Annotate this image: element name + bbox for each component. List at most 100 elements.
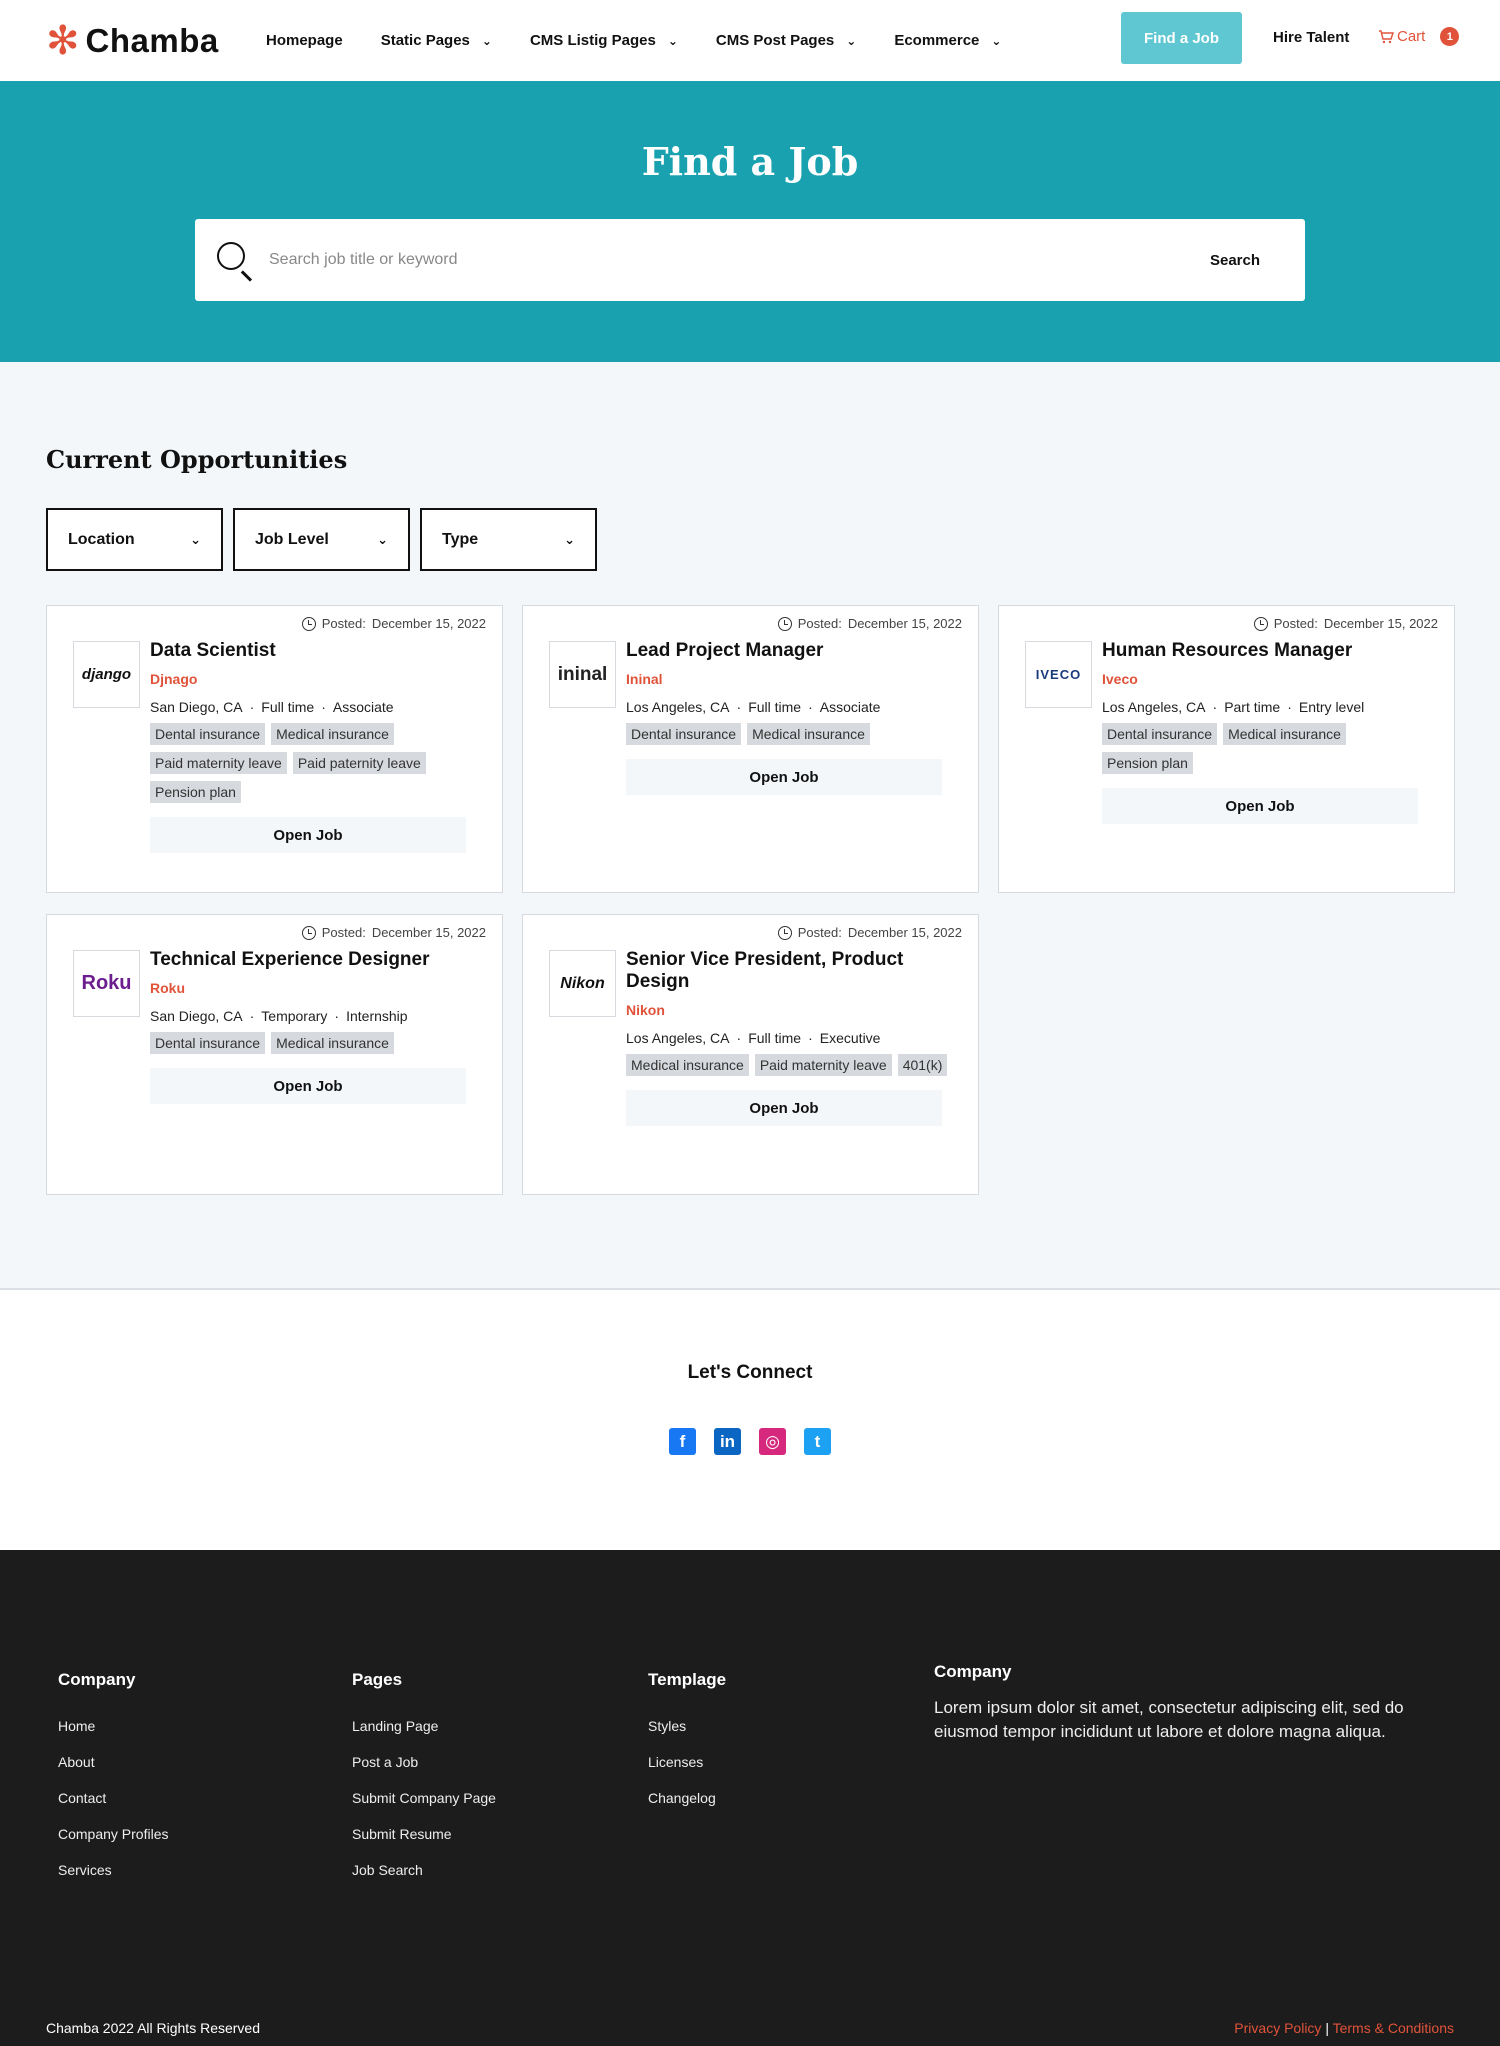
meta-separator: · [1287,699,1292,715]
filter-location[interactable]: Location ⌄ [46,508,223,571]
benefit-tag: Dental insurance [1102,723,1218,745]
footer-about-title: Company [934,1662,1012,1681]
logo-text: Chamba [85,21,219,59]
meta-separator: · [249,1008,255,1024]
logo[interactable]: ✻ Chamba [46,21,266,61]
job-title[interactable]: Lead Project Manager [626,640,956,662]
job-search-input[interactable] [269,251,1165,269]
job-title[interactable]: Technical Experience Designer [150,949,480,971]
filter-type[interactable]: Type ⌄ [420,508,597,571]
company-name[interactable]: Ininal [626,671,956,687]
find-a-job-button[interactable]: Find a Job [1121,12,1242,64]
company-name[interactable]: Roku [150,980,480,996]
footer-link-landing-page[interactable]: Landing Page [352,1718,496,1734]
cart-link[interactable]: Cart 1 [1378,27,1460,46]
job-meta: Los Angeles, CA · Full time · Associate [626,699,956,715]
filter-label: Location [68,530,135,548]
job-title[interactable]: Senior Vice President, Product Design [626,949,956,993]
meta-separator: · [249,699,255,715]
open-job-button[interactable]: Open Job [626,759,942,795]
job-level: Internship [346,1008,408,1024]
posted-value: December 15, 2022 [371,925,486,940]
footer-link-post-a-job[interactable]: Post a Job [352,1754,496,1770]
instagram-icon[interactable]: ◎ [759,1428,786,1455]
nav-item-cms-listig-pages[interactable]: CMS Listig Pages ⌄ [530,32,678,49]
job-time: Full time [261,699,315,715]
open-job-button[interactable]: Open Job [626,1090,942,1126]
footer-link-submit-company-page[interactable]: Submit Company Page [352,1790,496,1806]
privacy-policy-link[interactable]: Privacy Policy [1234,2020,1321,2036]
meta-separator: · [808,699,813,715]
facebook-icon[interactable]: f [669,1428,696,1455]
search-icon [215,240,255,282]
chevron-down-icon: ⌄ [377,531,388,547]
company-logo: Nikon [549,950,616,1017]
benefit-tag: Dental insurance [626,723,742,745]
hire-talent-link[interactable]: Hire Talent [1273,29,1349,46]
search-button[interactable]: Search [1165,252,1305,269]
job-meta: San Diego, CA · Temporary · Internship [150,1008,480,1024]
job-card: Posted: December 15, 2022 ininal Lead Proje… [522,605,979,893]
open-job-button[interactable]: Open Job [150,1068,466,1104]
filter-label: Job Level [255,530,329,548]
chevron-down-icon: ⌄ [991,33,1002,48]
job-card-body: Senior Vice President, Product Design Nik… [626,949,956,1126]
company-name[interactable]: Djnago [150,671,480,687]
posted-date: Posted: December 15, 2022 [301,925,486,940]
company-logo: django [73,641,140,708]
footer-link-company-profiles[interactable]: Company Profiles [58,1826,169,1842]
posted-label: Posted: [321,616,366,631]
company-name[interactable]: Iveco [1102,671,1432,687]
job-time: Full time [748,699,802,715]
twitter-icon[interactable]: t [804,1428,831,1455]
social-links: f in ◎ t [0,1428,1500,1455]
job-time: Temporary [261,1008,328,1024]
footer-link-home[interactable]: Home [58,1718,169,1734]
footer-link-changelog[interactable]: Changelog [648,1790,726,1806]
benefit-tag: Paid maternity leave [754,1054,892,1076]
open-job-button[interactable]: Open Job [150,817,466,853]
company-name[interactable]: Nikon [626,1002,956,1018]
section-title: Current Opportunities [46,445,348,474]
job-title[interactable]: Data Scientist [150,640,480,662]
open-job-button[interactable]: Open Job [1102,788,1418,824]
benefit-tag: Pension plan [150,781,241,803]
job-location: Los Angeles, CA [1102,699,1206,715]
footer-link-job-search[interactable]: Job Search [352,1862,496,1878]
connect-section: Let's Connect f in ◎ t [0,1290,1500,1550]
nav-item-static-pages[interactable]: Static Pages ⌄ [381,32,492,49]
footer-link-services[interactable]: Services [58,1862,169,1878]
nav-item-cms-post-pages[interactable]: CMS Post Pages ⌄ [716,32,856,49]
filter-job-level[interactable]: Job Level ⌄ [233,508,410,571]
filter-label: Type [442,530,479,548]
nav-item-ecommerce[interactable]: Ecommerce ⌄ [894,32,1001,49]
top-navbar: ✻ Chamba Homepage Static Pages ⌄ CMS Listig… [0,0,1500,81]
footer-about-text: Lorem ipsum dolor sit amet, consectetur … [934,1698,1404,1741]
meta-separator: · [334,1008,340,1024]
job-location: San Diego, CA [150,699,243,715]
footer-link-styles[interactable]: Styles [648,1718,726,1734]
footer-link-contact[interactable]: Contact [58,1790,169,1806]
nav-item-homepage[interactable]: Homepage [266,32,343,49]
logo-asterisk-icon: ✻ [46,17,80,64]
job-card: Posted: December 15, 2022 IVECO Human Resou… [998,605,1455,893]
company-logo: ininal [549,641,616,708]
clock-icon [301,925,316,940]
job-search-bar: Search [195,219,1305,301]
posted-date: Posted: December 15, 2022 [301,616,486,631]
legal-links: Privacy Policy | Terms & Conditions [1234,2020,1454,2036]
footer-link-licenses[interactable]: Licenses [648,1754,726,1770]
job-level: Entry level [1298,699,1365,715]
connect-title: Let's Connect [687,1362,813,1383]
footer-column-templage: Templage Styles Licenses Changelog [648,1670,726,1826]
footer-link-submit-resume[interactable]: Submit Resume [352,1826,496,1842]
job-title[interactable]: Human Resources Manager [1102,640,1432,662]
posted-value: December 15, 2022 [1323,616,1438,631]
benefit-tag: Medical insurance [747,723,870,745]
footer-link-about[interactable]: About [58,1754,169,1770]
job-time: Part time [1224,699,1281,715]
company-logo: IVECO [1025,641,1092,708]
linkedin-icon[interactable]: in [714,1428,741,1455]
benefit-tag: Medical insurance [271,723,394,745]
terms-link[interactable]: Terms & Conditions [1333,2020,1454,2036]
